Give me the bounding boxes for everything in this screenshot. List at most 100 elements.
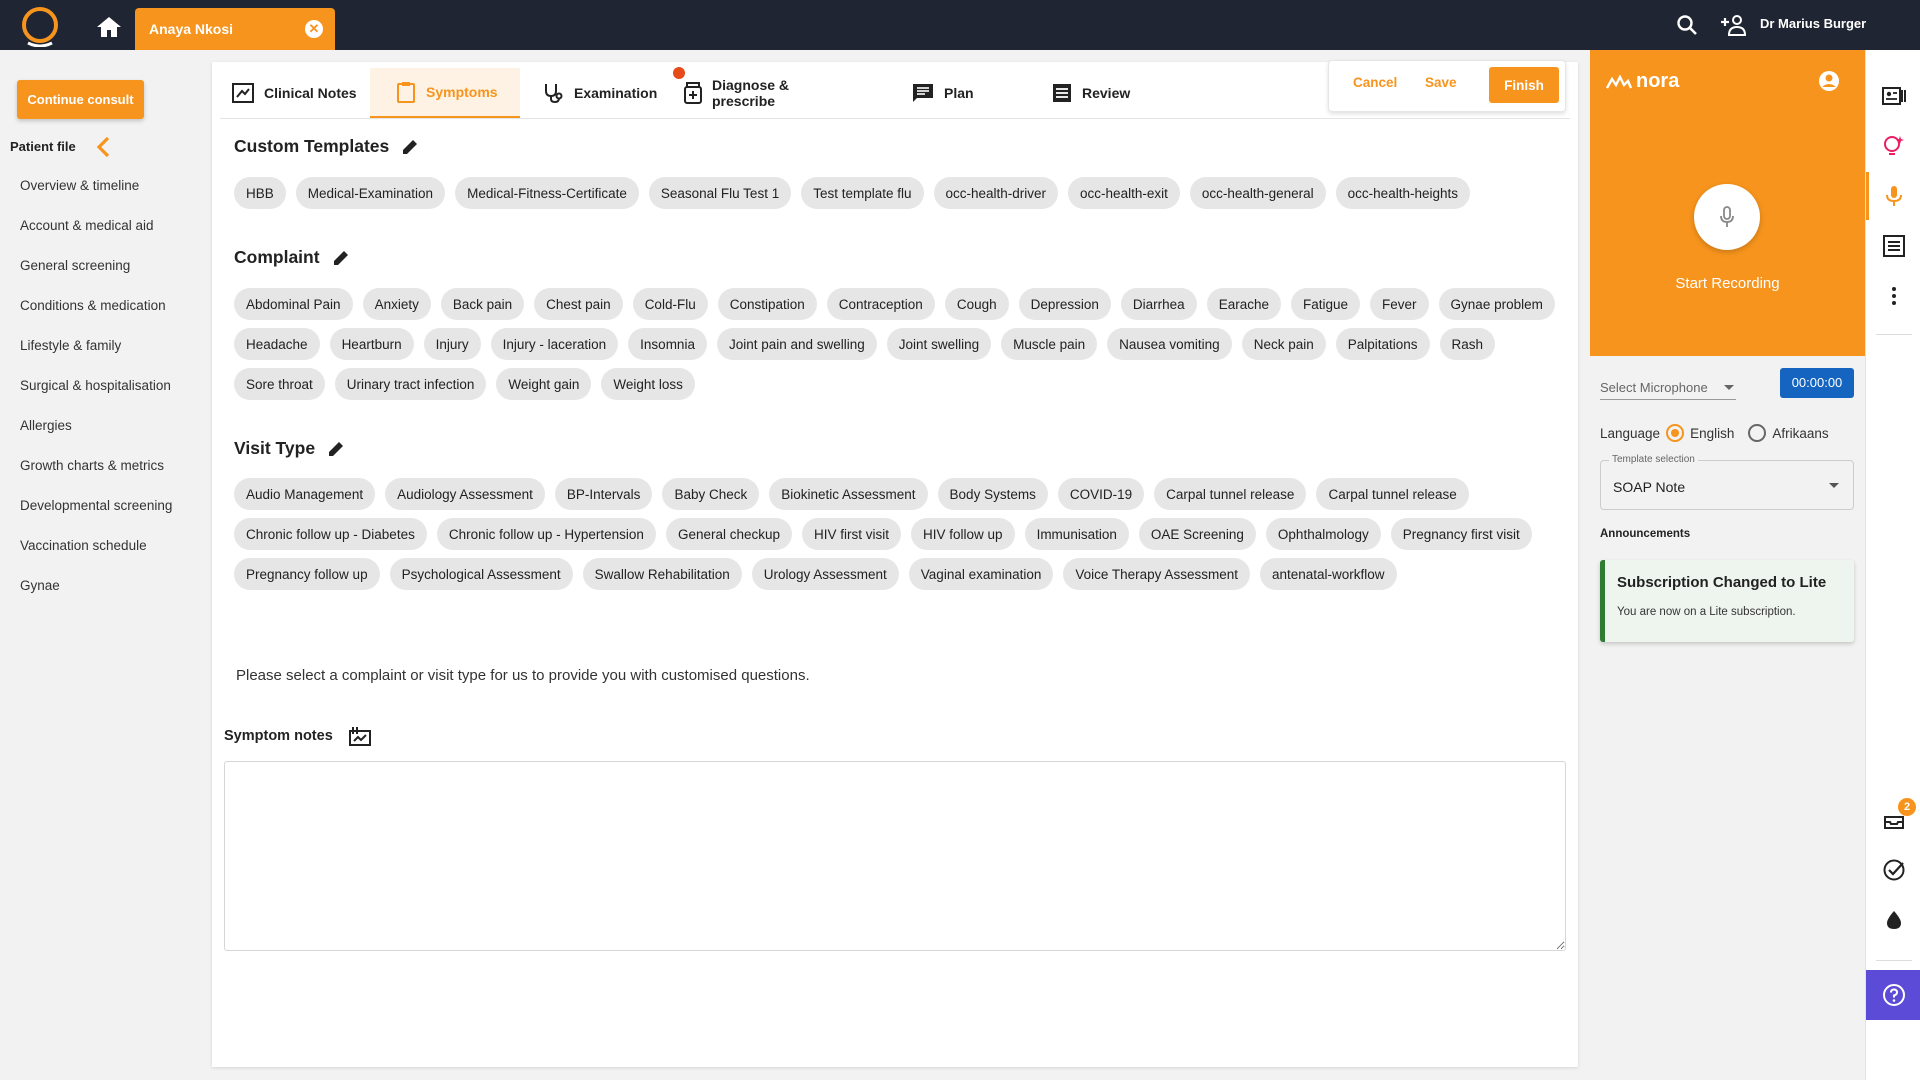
home-icon[interactable] [96,16,122,38]
chip[interactable]: Sore throat [234,368,325,400]
sidebar-item-overview[interactable]: Overview & timeline [20,178,172,218]
chip[interactable]: Test template flu [801,177,924,209]
chip[interactable]: Contraception [826,288,935,320]
symptom-notes-input[interactable] [224,761,1566,951]
chip[interactable]: Back pain [440,288,525,320]
drop-icon[interactable] [1882,908,1906,932]
radio-afrikaans[interactable] [1748,424,1767,442]
announcement-card[interactable]: Subscription Changed to Lite You are now… [1600,560,1854,642]
start-recording-button[interactable] [1694,184,1760,250]
language-afrikaans-label[interactable]: Afrikaans [1772,426,1828,441]
sidebar-item-gynae[interactable]: Gynae [20,578,172,618]
chip[interactable]: Carpal tunnel release [1154,478,1307,510]
cancel-button[interactable]: Cancel [1353,75,1397,90]
chip[interactable]: Fever [1370,288,1429,320]
chip[interactable]: HBB [234,177,286,209]
pencil-icon[interactable] [327,440,345,458]
chip[interactable]: occ-health-general [1189,177,1326,209]
chip[interactable]: Chest pain [534,288,623,320]
chip[interactable]: Urology Assessment [751,558,899,590]
more-vert-icon[interactable] [1882,284,1906,308]
app-logo-icon[interactable] [18,5,62,47]
chip[interactable]: Immunisation [1024,518,1129,550]
language-english-label[interactable]: English [1690,426,1734,441]
sidebar-item-general-screening[interactable]: General screening [20,258,172,298]
id-card-icon[interactable] [1882,84,1906,108]
dictation-icon[interactable] [348,726,371,746]
account-icon[interactable] [1818,70,1840,92]
search-icon[interactable] [1676,14,1698,36]
chip[interactable]: occ-health-exit [1068,177,1180,209]
chip[interactable]: Chronic follow up - Diabetes [234,518,427,550]
sidebar-item-vaccination[interactable]: Vaccination schedule [20,538,172,578]
chip[interactable]: Carpal tunnel release [1316,478,1469,510]
chip[interactable]: Medical-Examination [295,177,446,209]
chip[interactable]: Nausea vomiting [1107,328,1232,360]
chip[interactable]: Heartburn [329,328,414,360]
pencil-icon[interactable] [332,249,350,267]
chip[interactable]: Chronic follow up - Hypertension [436,518,656,550]
chip[interactable]: Earache [1206,288,1281,320]
microphone-icon[interactable] [1882,184,1906,208]
chip[interactable]: Psychological Assessment [389,558,573,590]
chip[interactable]: Muscle pain [1001,328,1098,360]
chip[interactable]: Audio Management [234,478,376,510]
chip[interactable]: HIV first visit [802,518,902,550]
chip[interactable]: Medical-Fitness-Certificate [455,177,639,209]
chip[interactable]: occ-health-driver [933,177,1059,209]
chip[interactable]: Gynae problem [1438,288,1555,320]
chip[interactable]: HIV follow up [911,518,1015,550]
tab-symptoms[interactable]: Symptoms [370,68,520,118]
finish-button[interactable]: Finish [1489,67,1559,103]
chip[interactable]: Anxiety [362,288,431,320]
patient-tab[interactable]: Anaya Nkosi ✕ [135,8,335,50]
chip[interactable]: OAE Screening [1138,518,1256,550]
chip[interactable]: Cold-Flu [632,288,708,320]
tab-diagnose-prescribe[interactable]: Diagnose & prescribe [672,68,852,118]
chip[interactable]: Swallow Rehabilitation [582,558,742,590]
template-select[interactable]: Template selection SOAP Note [1600,454,1854,510]
chip[interactable]: Seasonal Flu Test 1 [648,177,792,209]
close-icon[interactable]: ✕ [305,20,323,38]
chip[interactable]: Rash [1439,328,1496,360]
chip[interactable]: Pregnancy first visit [1390,518,1532,550]
chip[interactable]: Pregnancy follow up [234,558,380,590]
continue-consult-button[interactable]: Continue consult [17,80,144,119]
chip[interactable]: General checkup [665,518,792,550]
sidebar-item-developmental[interactable]: Developmental screening [20,498,172,538]
tab-examination[interactable]: Examination [530,68,660,118]
tab-plan[interactable]: Plan [900,68,1000,118]
chip[interactable]: Body Systems [937,478,1048,510]
sidebar-item-account[interactable]: Account & medical aid [20,218,172,258]
save-button[interactable]: Save [1425,75,1457,90]
sidebar-item-conditions[interactable]: Conditions & medication [20,298,172,338]
chip[interactable]: Injury - laceration [490,328,619,360]
chip[interactable]: Palpitations [1335,328,1430,360]
chip[interactable]: Urinary tract infection [334,368,487,400]
chevron-left-icon[interactable] [95,136,111,158]
sidebar-item-allergies[interactable]: Allergies [20,418,172,458]
chip[interactable]: Constipation [717,288,817,320]
chip[interactable]: Abdominal Pain [234,288,353,320]
chip[interactable]: Ophthalmology [1265,518,1381,550]
sidebar-item-surgical[interactable]: Surgical & hospitalisation [20,378,172,418]
help-button[interactable] [1866,970,1920,1020]
chip[interactable]: COVID-19 [1057,478,1145,510]
add-user-icon[interactable] [1720,14,1746,36]
checklist-icon[interactable] [1882,234,1906,258]
chip[interactable]: antenatal-workflow [1259,558,1397,590]
chip[interactable]: Cough [944,288,1009,320]
chip[interactable]: Weight loss [601,368,695,400]
chip[interactable]: Vaginal examination [908,558,1054,590]
tab-review[interactable]: Review [1040,68,1140,118]
chip[interactable]: Injury [423,328,481,360]
chip[interactable]: Diarrhea [1120,288,1197,320]
chip[interactable]: Joint swelling [886,328,992,360]
chip[interactable]: Weight gain [496,368,592,400]
tab-clinical-notes[interactable]: Clinical Notes [220,68,360,118]
chip[interactable]: BP-Intervals [554,478,653,510]
lightbulb-icon[interactable] [1882,134,1906,158]
chip[interactable]: occ-health-heights [1335,177,1470,209]
chip[interactable]: Audiology Assessment [385,478,545,510]
chip[interactable]: Depression [1018,288,1111,320]
